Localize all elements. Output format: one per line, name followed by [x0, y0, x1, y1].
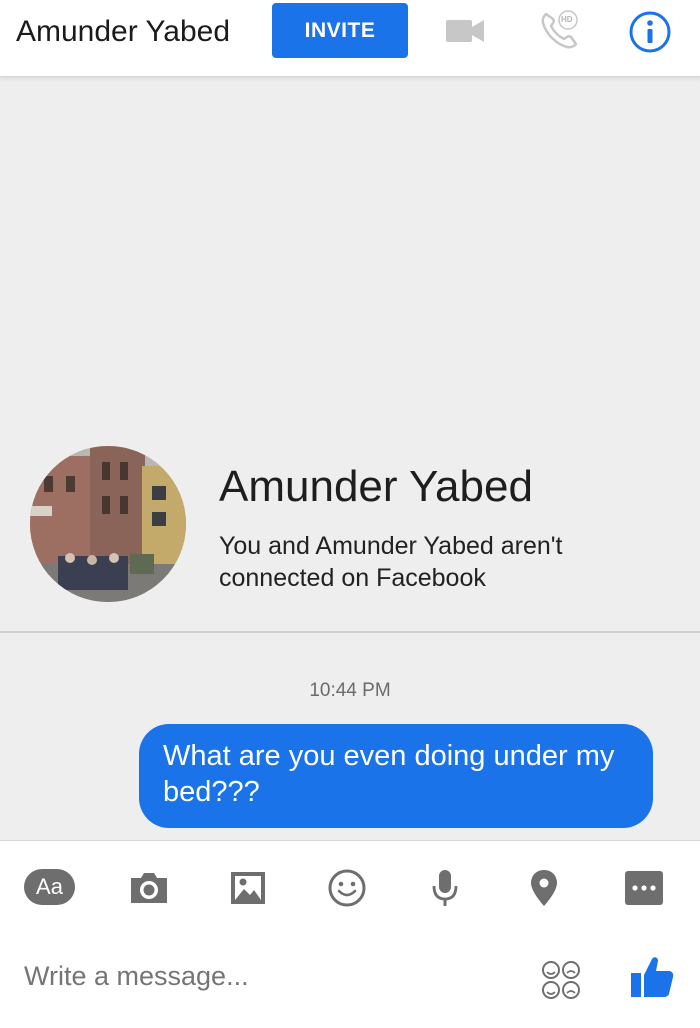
emoji-icon[interactable]: [322, 869, 372, 907]
camera-icon[interactable]: [124, 869, 174, 907]
message-input[interactable]: [24, 961, 494, 992]
hd-badge: HD: [561, 15, 573, 24]
image-icon[interactable]: [223, 869, 273, 907]
divider: [0, 631, 700, 633]
emoji-grid-icon[interactable]: [540, 959, 582, 1001]
thumbs-up-icon[interactable]: [628, 953, 676, 1001]
message-composer: Aa: [0, 840, 700, 1028]
microphone-icon[interactable]: [420, 869, 470, 907]
more-icon[interactable]: [619, 869, 669, 907]
text-style-button[interactable]: Aa: [24, 869, 75, 905]
invite-button[interactable]: INVITE: [272, 3, 408, 58]
phone-hd-icon[interactable]: HD: [538, 8, 582, 52]
info-icon[interactable]: [628, 10, 672, 54]
avatar[interactable]: [30, 446, 186, 602]
video-camera-icon[interactable]: [444, 14, 488, 48]
location-icon[interactable]: [519, 869, 569, 907]
message-timestamp: 10:44 PM: [309, 680, 391, 701]
outgoing-message-bubble[interactable]: What are you even doing under my bed???: [139, 724, 653, 828]
connection-status-text: You and Amunder Yabed aren't connected o…: [219, 532, 563, 592]
conversation-header: Amunder Yabed INVITE HD: [0, 0, 700, 77]
profile-name: Amunder Yabed: [219, 462, 533, 511]
contact-name[interactable]: Amunder Yabed: [16, 15, 230, 49]
